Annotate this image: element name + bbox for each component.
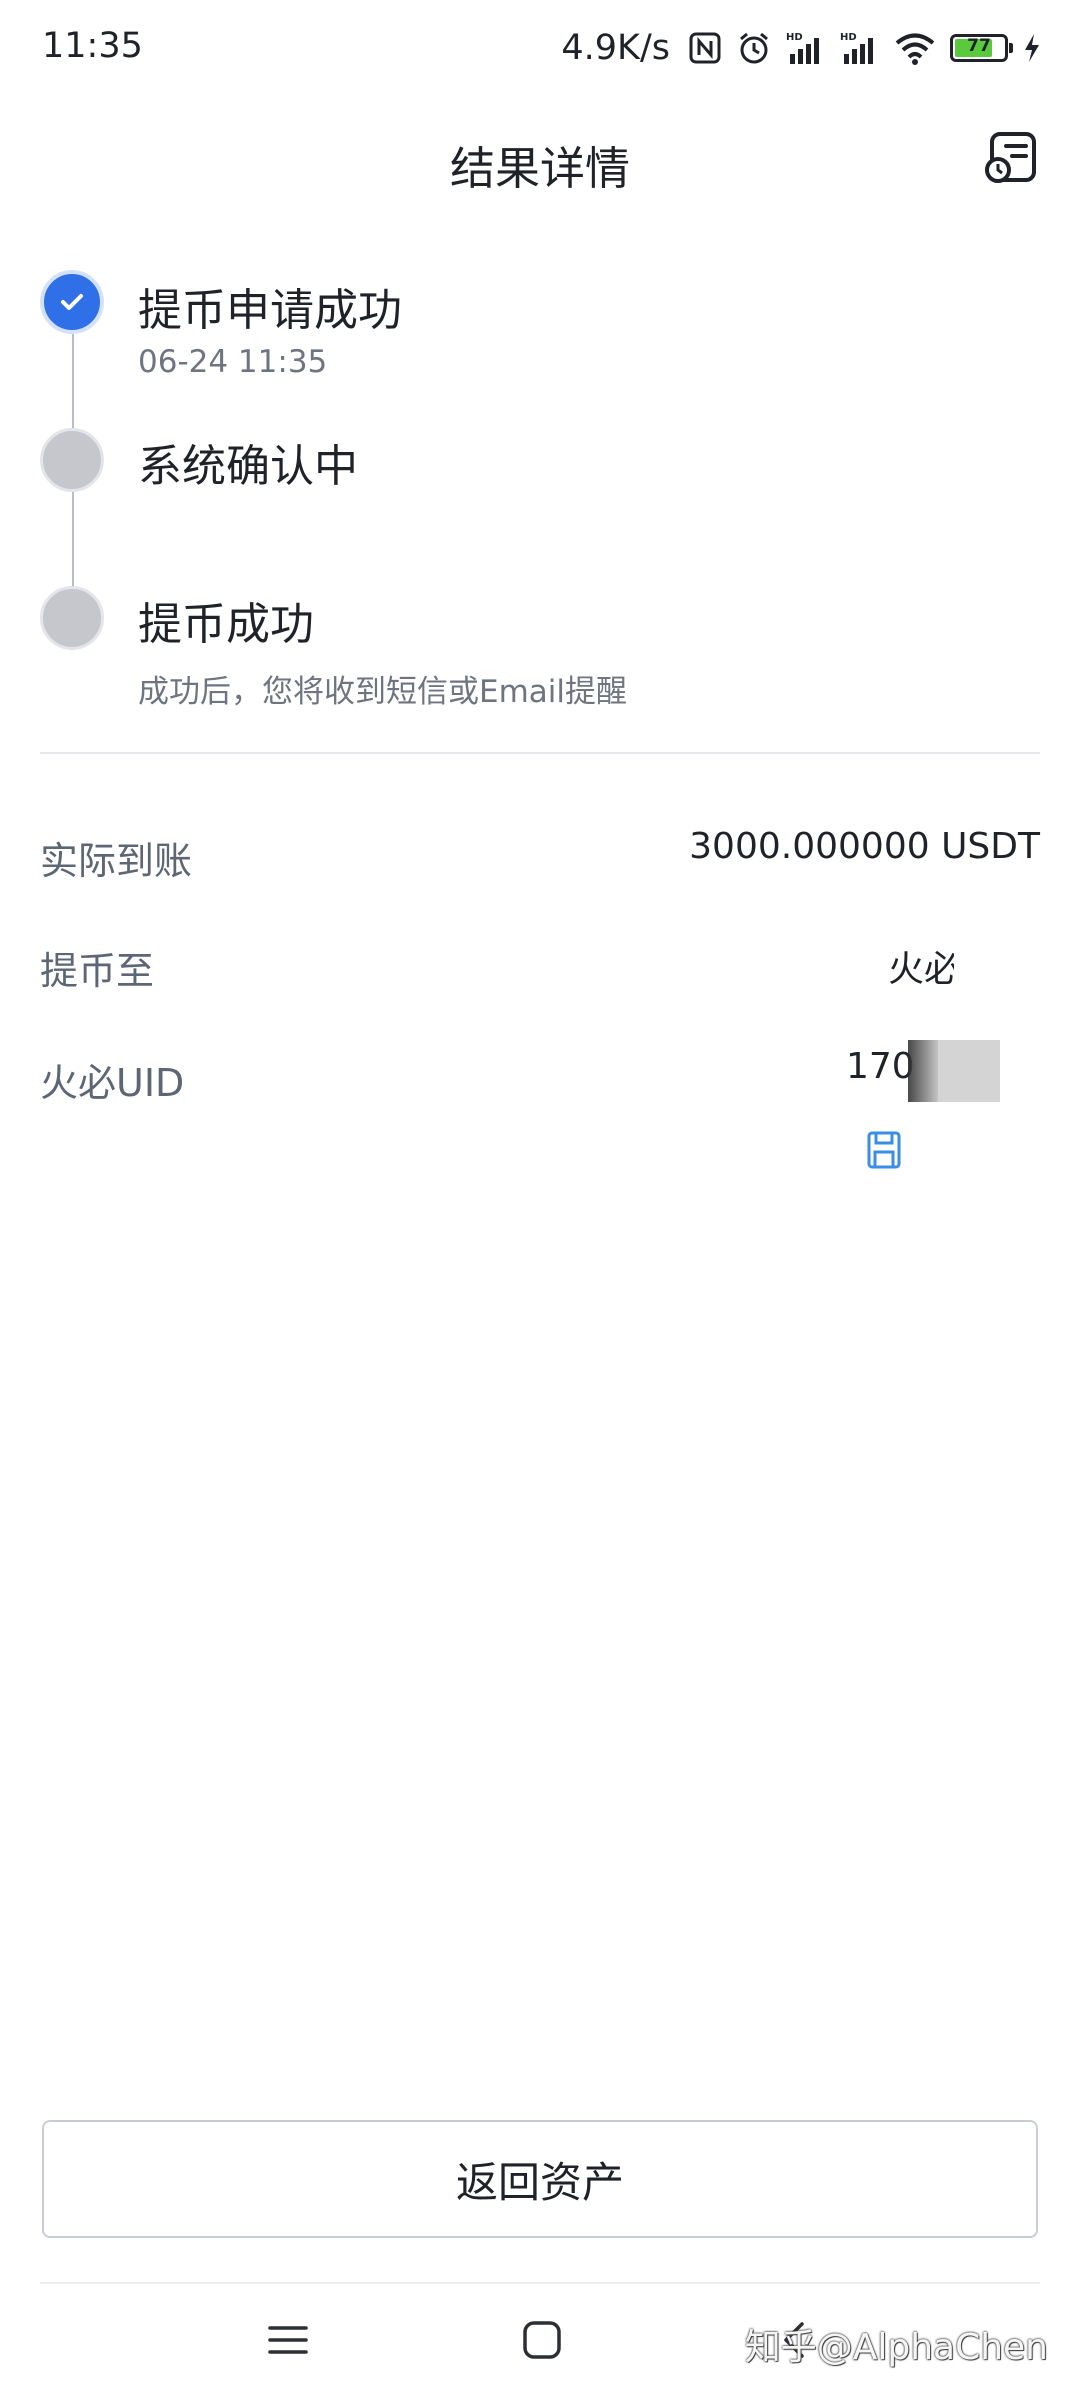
battery-icon: 77 [950, 34, 1013, 62]
divider [40, 2282, 1040, 2284]
step-title: 提币申请成功 [138, 285, 402, 336]
nfc-icon [688, 31, 722, 65]
signal-hd-1-icon: HD [786, 30, 826, 66]
copy-icon [867, 1131, 901, 1169]
network-speed: 4.9K/s [561, 28, 670, 68]
watermark: 知乎@AlphaChen [744, 2327, 1048, 2368]
step-title: 系统确认中 [138, 441, 358, 492]
wifi-icon [894, 31, 936, 65]
redaction-mask [908, 1040, 942, 1102]
step-note: 成功后，您将收到短信或Email提醒 [138, 674, 628, 710]
home-icon [523, 2321, 561, 2359]
received-amount-value: 3000.000000 USDT [689, 826, 1040, 867]
withdraw-to-label: 提币至 [40, 949, 155, 993]
signal-hd-2-icon: HD [840, 30, 880, 66]
withdraw-progress-timeline: 提币申请成功 06-24 11:35 系统确认中 提币成功 成功后，您将收到短信… [40, 270, 1040, 740]
back-to-assets-button[interactable]: 返回资产 [42, 2120, 1038, 2238]
withdraw-to-value: 火必 [888, 949, 954, 990]
header: 结果详情 [0, 110, 1080, 210]
redaction-mask [938, 1040, 1000, 1102]
timeline-connector [72, 490, 74, 586]
divider [40, 752, 1040, 754]
svg-text:HD: HD [786, 32, 803, 43]
step-pending-icon [40, 586, 104, 650]
check-icon [61, 294, 83, 310]
status-bar: 11:35 4.9K/s HD HD 77 [0, 0, 1080, 96]
status-icons: 4.9K/s HD HD 77 [561, 24, 1042, 72]
timeline-connector [72, 332, 74, 428]
step-done-icon [40, 270, 104, 334]
page-title: 结果详情 [449, 142, 630, 195]
step-title: 提币成功 [138, 599, 314, 650]
received-amount-label: 实际到账 [40, 839, 193, 883]
battery-level: 77 [967, 36, 991, 56]
status-time: 11:35 [42, 26, 143, 66]
menu-button[interactable] [268, 2320, 308, 2364]
alarm-icon [736, 30, 772, 66]
uid-value: 170 [846, 1046, 915, 1087]
home-button[interactable] [522, 2320, 562, 2364]
record-list-icon [985, 132, 1036, 183]
record-list-button[interactable] [982, 128, 1042, 188]
charging-icon [1022, 33, 1042, 63]
svg-text:HD: HD [840, 32, 857, 43]
step-pending-icon [40, 428, 104, 492]
menu-icon [268, 2326, 308, 2354]
uid-label: 火必UID [40, 1061, 185, 1105]
step-time: 06-24 11:35 [138, 344, 328, 380]
copy-uid-button[interactable] [866, 1130, 902, 1172]
